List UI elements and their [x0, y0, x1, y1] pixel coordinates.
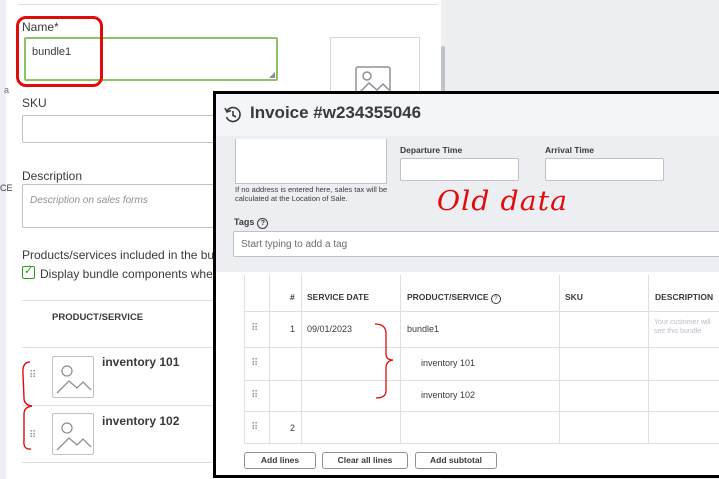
col-service-date-header: SERVICE DATE: [307, 292, 370, 302]
help-icon[interactable]: ?: [490, 294, 501, 304]
drag-handle-icon[interactable]: ⠿: [251, 358, 258, 369]
image-icon: [56, 365, 92, 394]
line-items-table: # SERVICE DATE PRODUCT/SERVICE ? SKU DES…: [216, 272, 719, 475]
divider: [22, 347, 222, 348]
image-icon: [56, 422, 92, 451]
drag-handle-icon[interactable]: ⠿: [251, 390, 258, 401]
service-date[interactable]: 09/01/2023: [307, 324, 352, 334]
divider: [559, 275, 560, 443]
display-components-label: Display bundle components when: [40, 267, 220, 281]
tags-label: Tags?: [234, 217, 269, 229]
divider: [269, 275, 270, 443]
product-service[interactable]: bundle1: [407, 324, 439, 334]
add-lines-button[interactable]: Add lines: [244, 452, 316, 469]
divider: [244, 411, 719, 412]
col-num-header: #: [290, 292, 295, 302]
divider: [22, 462, 222, 463]
divider: [301, 275, 302, 443]
divider: [22, 300, 222, 301]
history-clock-icon[interactable]: [223, 105, 243, 125]
row-number: 1: [290, 324, 296, 334]
product-service[interactable]: inventory 101: [421, 358, 475, 368]
product-service[interactable]: inventory 102: [421, 390, 475, 400]
bundle-section-label: Products/services included in the bun: [22, 248, 221, 262]
description-cell[interactable]: Your customer will see this bundle: [654, 318, 719, 336]
divider: [244, 347, 719, 348]
divider: [244, 443, 719, 444]
drag-handle-icon[interactable]: ⠿: [251, 323, 258, 334]
divider: [244, 380, 719, 381]
resize-handle-icon[interactable]: ◢: [269, 70, 275, 79]
departure-time-label: Departure Time: [400, 145, 463, 155]
divider: [18, 4, 438, 5]
description-placeholder: Description on sales forms: [30, 195, 148, 206]
col-description-header: DESCRIPTION: [655, 292, 714, 302]
red-bracket-annotation: [374, 323, 394, 399]
sku-label: SKU: [22, 96, 47, 110]
component-name: inventory 101: [102, 355, 180, 369]
address-note: If no address is entered here, sales tax…: [235, 185, 388, 203]
description-label: Description: [22, 169, 83, 183]
old-data-annotation: Old data: [436, 186, 569, 217]
clear-all-lines-button[interactable]: Clear all lines: [322, 452, 408, 469]
drag-handle-icon[interactable]: ⠿: [251, 422, 258, 433]
red-bracket-annotation: [22, 361, 33, 450]
left-edge-panel: [0, 0, 6, 479]
add-subtotal-button[interactable]: Add subtotal: [415, 452, 497, 469]
col-product-service-label: PRODUCT/SERVICE: [407, 292, 489, 302]
display-components-checkbox[interactable]: ✓: [22, 265, 35, 279]
divider: [22, 405, 222, 406]
tags-placeholder: Start typing to add a tag: [241, 239, 348, 250]
divider: [648, 275, 649, 443]
component-column-header: PRODUCT/SERVICE: [52, 312, 144, 323]
tags-label-text: Tags: [234, 217, 255, 227]
tags-input[interactable]: Start typing to add a tag: [233, 231, 719, 257]
help-icon[interactable]: ?: [257, 218, 269, 229]
departure-time-field[interactable]: [400, 158, 519, 181]
component-name: inventory 102: [102, 414, 180, 428]
invoice-window: Invoice #w234355046 If no address is ent…: [213, 91, 719, 478]
arrival-time-field[interactable]: [545, 158, 664, 181]
red-highlight-box: [16, 16, 103, 87]
component-thumbnail: [52, 413, 94, 455]
address-field[interactable]: [235, 139, 387, 184]
side-stub-text: CE: [0, 183, 13, 193]
side-stub-text: a: [4, 85, 10, 95]
divider: [244, 275, 245, 443]
row-number: 2: [290, 423, 296, 433]
col-sku-header: SKU: [565, 292, 583, 302]
col-product-service-header: PRODUCT/SERVICE ?: [407, 292, 501, 304]
divider: [244, 311, 719, 312]
invoice-title: Invoice #w234355046: [250, 103, 422, 122]
component-thumbnail: [52, 356, 94, 398]
arrival-time-label: Arrival Time: [545, 145, 594, 155]
checkmark-icon: ✓: [24, 265, 34, 277]
